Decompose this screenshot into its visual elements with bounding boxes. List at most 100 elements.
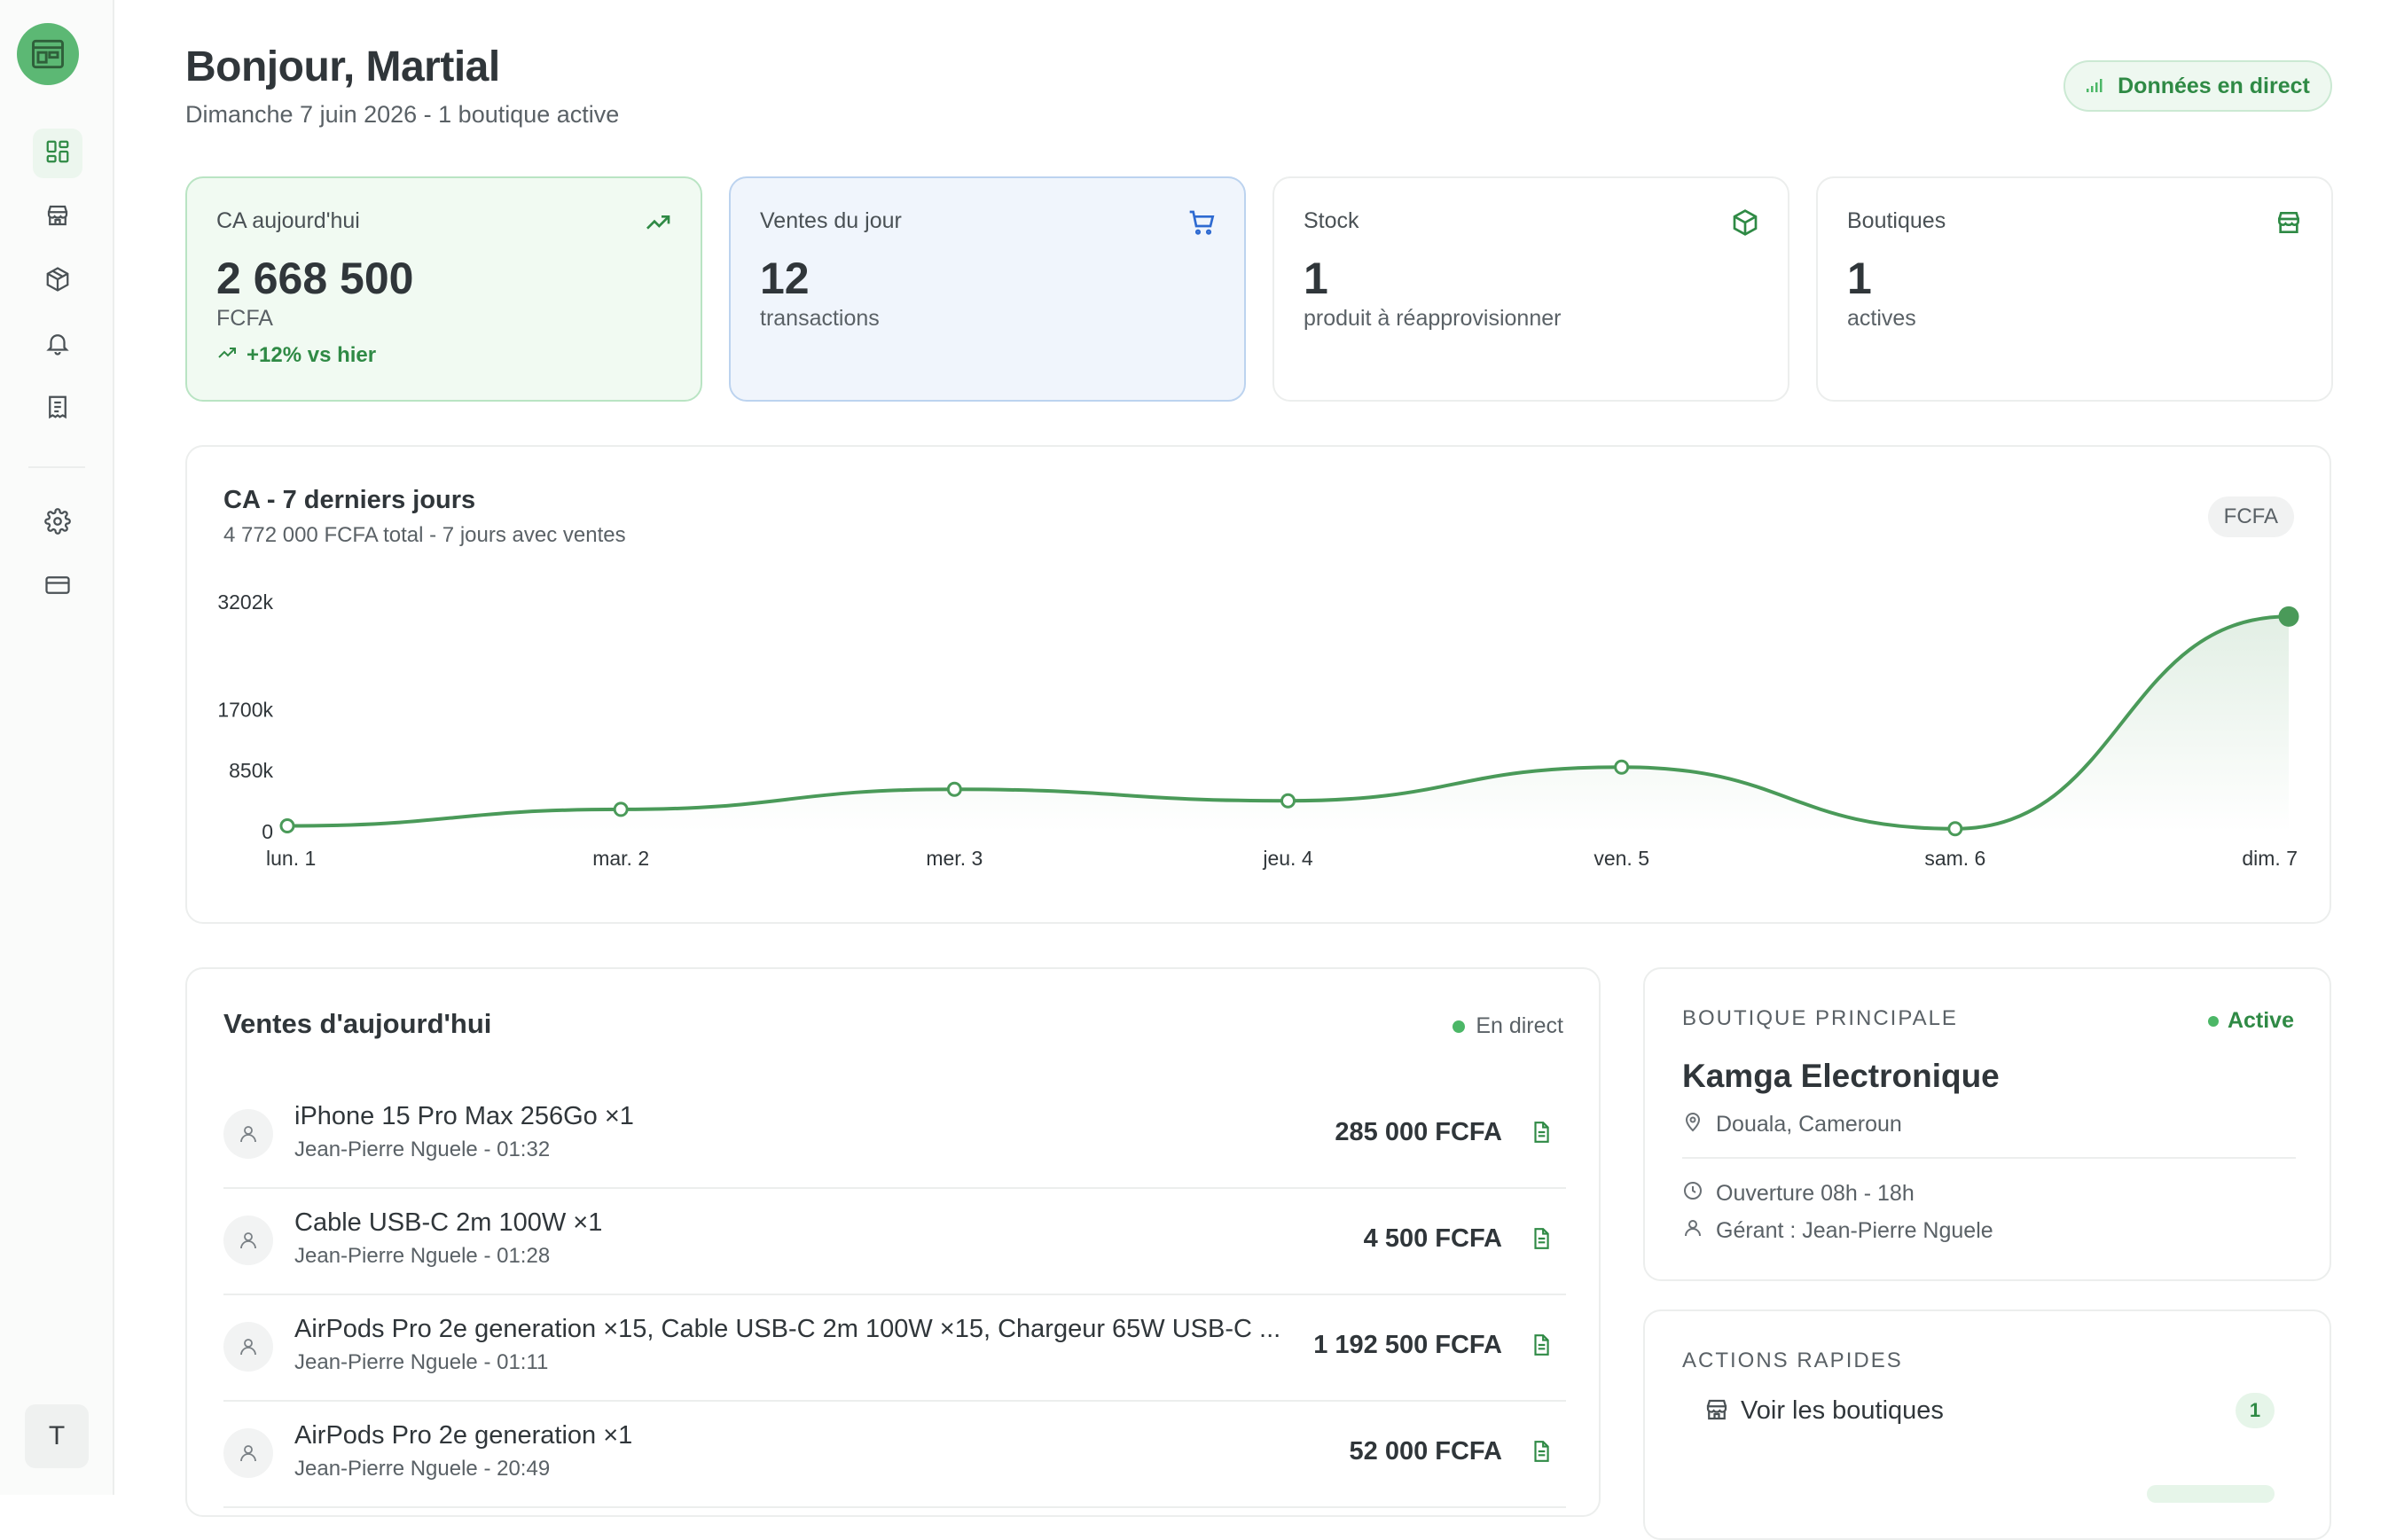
x-tick-label: dim. 7 bbox=[2242, 847, 2298, 870]
stat-value: 2 668 500 bbox=[216, 254, 414, 303]
count-badge: 1 bbox=[2236, 1393, 2275, 1428]
sidebar-item-reports[interactable] bbox=[33, 384, 82, 434]
trending-up-icon bbox=[642, 207, 674, 238]
main-content: Bonjour, Martial Dimanche 7 juin 2026 - … bbox=[114, 0, 2404, 1540]
stat-title: Stock bbox=[1304, 208, 1359, 233]
status-dot bbox=[2207, 1015, 2219, 1027]
sidebar-item-settings[interactable] bbox=[33, 498, 82, 548]
stat-value: 1 bbox=[1847, 254, 1872, 303]
stat-unit: FCFA bbox=[216, 305, 273, 331]
shop-name: Kamga Electronique bbox=[1682, 1058, 2000, 1094]
shop-manager-label: Gérant : Jean-Pierre Nguele bbox=[1716, 1218, 1993, 1243]
sidebar-item-products[interactable] bbox=[33, 256, 82, 306]
shop-status-label: Active bbox=[2227, 1008, 2294, 1033]
stat-card-stores[interactable]: Boutiques 1 actives bbox=[1816, 176, 2333, 402]
chart-point[interactable] bbox=[1614, 759, 1630, 775]
quick-actions-card: ACTIONS RAPIDES Voir les boutiques 1 bbox=[1643, 1309, 2331, 1540]
live-data-badge[interactable]: Données en direct bbox=[2063, 60, 2332, 112]
shop-manager: Gérant : Jean-Pierre Nguele bbox=[1682, 1217, 1993, 1245]
signal-icon bbox=[2086, 74, 2105, 99]
action-view-stores[interactable]: Voir les boutiques 1 bbox=[1682, 1382, 2296, 1439]
sale-amount: 4 500 FCFA bbox=[1363, 1224, 1502, 1253]
sale-meta: Jean-Pierre Nguele - 01:11 bbox=[294, 1350, 549, 1374]
x-tick-label: sam. 6 bbox=[1924, 847, 1985, 870]
sale-meta: Jean-Pierre Nguele - 20:49 bbox=[294, 1457, 551, 1481]
y-tick-label: 0 bbox=[262, 820, 273, 843]
stat-value: 12 bbox=[760, 254, 810, 303]
user-avatar[interactable]: T bbox=[25, 1404, 89, 1468]
stat-card-revenue[interactable]: CA aujourd'hui 2 668 500 FCFA +12% vs hi… bbox=[185, 176, 702, 402]
sale-row[interactable]: iPhone 15 Pro Max 256Go ×1 Jean-Pierre N… bbox=[223, 1083, 1566, 1189]
stat-title: Boutiques bbox=[1847, 208, 1946, 233]
receipt-icon bbox=[44, 394, 71, 425]
chart-point[interactable] bbox=[1947, 821, 1963, 837]
trending-up-icon bbox=[216, 342, 238, 370]
shop-status-badge: Active bbox=[2207, 1008, 2294, 1034]
sale-row[interactable]: Cable USB-C 2m 100W ×1 Jean-Pierre Nguel… bbox=[223, 1189, 1566, 1295]
user-icon bbox=[223, 1428, 273, 1478]
stat-title: CA aujourd'hui bbox=[216, 208, 360, 233]
bell-icon bbox=[44, 330, 71, 361]
page-subtitle: Dimanche 7 juin 2026 - 1 boutique active bbox=[185, 101, 620, 128]
user-icon bbox=[1682, 1217, 1703, 1245]
x-tick-label: jeu. 4 bbox=[1262, 847, 1312, 870]
sale-row[interactable]: AirPods Pro 2e generation ×15, Cable USB… bbox=[223, 1295, 1566, 1402]
sidebar-item-stores[interactable] bbox=[33, 192, 82, 242]
sale-amount: 52 000 FCFA bbox=[1349, 1437, 1502, 1466]
chart-point[interactable] bbox=[613, 801, 629, 817]
sidebar: T bbox=[0, 0, 114, 1495]
sale-meta: Jean-Pierre Nguele - 01:32 bbox=[294, 1137, 551, 1161]
sale-item: AirPods Pro 2e generation ×15, Cable USB… bbox=[294, 1315, 1281, 1343]
shop-location-label: Douala, Cameroun bbox=[1716, 1112, 1902, 1137]
sale-item: Cable USB-C 2m 100W ×1 bbox=[294, 1208, 603, 1237]
page-title: Bonjour, Martial bbox=[185, 43, 500, 90]
x-tick-label: mer. 3 bbox=[926, 847, 983, 870]
stat-unit: actives bbox=[1847, 305, 1916, 331]
revenue-line-chart[interactable]: lun. 1 mar. 2 mer. 3 jeu. 4 ven. 5 sam. 6 dim.… bbox=[187, 447, 2333, 926]
chart-point[interactable] bbox=[279, 818, 295, 834]
dashboard-icon bbox=[44, 138, 71, 169]
sale-row[interactable]: AirPods Pro 2e generation ×1 Jean-Pierre… bbox=[223, 1402, 1566, 1508]
store-icon bbox=[44, 202, 71, 233]
receipt-icon[interactable] bbox=[1527, 1118, 1555, 1146]
stat-trend: +12% vs hier bbox=[216, 342, 671, 370]
stat-trend-label: +12% vs hier bbox=[247, 343, 377, 367]
stat-value: 1 bbox=[1304, 254, 1328, 303]
chart-point[interactable] bbox=[2278, 606, 2299, 627]
cart-icon bbox=[1186, 207, 1218, 238]
x-tick-label: ven. 5 bbox=[1594, 847, 1649, 870]
y-tick-label: 850k bbox=[229, 759, 273, 782]
sidebar-item-notifications[interactable] bbox=[33, 320, 82, 370]
sidebar-item-billing[interactable] bbox=[33, 562, 82, 612]
x-tick-label: mar. 2 bbox=[592, 847, 649, 870]
live-dot bbox=[1453, 1020, 1466, 1033]
sale-item: iPhone 15 Pro Max 256Go ×1 bbox=[294, 1102, 634, 1130]
box-icon bbox=[1729, 207, 1761, 238]
action-label: Voir les boutiques bbox=[1741, 1395, 1944, 1425]
stat-card-stock[interactable]: Stock 1 produit à réapprovisionner bbox=[1272, 176, 1789, 402]
receipt-icon[interactable] bbox=[1527, 1224, 1555, 1253]
sidebar-divider bbox=[28, 466, 85, 468]
sale-amount: 285 000 FCFA bbox=[1335, 1118, 1502, 1146]
sale-item: AirPods Pro 2e generation ×1 bbox=[294, 1421, 633, 1450]
shop-location: Douala, Cameroun bbox=[1682, 1111, 1902, 1138]
live-label: En direct bbox=[1476, 1013, 1563, 1038]
map-pin-icon bbox=[1682, 1111, 1703, 1138]
main-shop-card[interactable]: BOUTIQUE PRINCIPALE Active Kamga Electro… bbox=[1643, 967, 2331, 1281]
sidebar-item-dashboard[interactable] bbox=[33, 129, 82, 178]
receipt-icon[interactable] bbox=[1527, 1331, 1555, 1359]
shop-hours: Ouverture 08h - 18h bbox=[1682, 1180, 1915, 1208]
y-tick-label: 1700k bbox=[217, 698, 273, 721]
user-icon bbox=[223, 1216, 273, 1265]
box-icon bbox=[44, 266, 71, 297]
shop-hours-label: Ouverture 08h - 18h bbox=[1716, 1181, 1915, 1206]
chart-point[interactable] bbox=[1280, 793, 1296, 809]
sales-title: Ventes d'aujourd'hui bbox=[223, 1008, 492, 1039]
chart-point[interactable] bbox=[946, 781, 962, 797]
sale-meta: Jean-Pierre Nguele - 01:28 bbox=[294, 1244, 551, 1268]
stat-card-sales[interactable]: Ventes du jour 12 transactions bbox=[729, 176, 1246, 402]
user-icon bbox=[223, 1322, 273, 1372]
x-tick-label: lun. 1 bbox=[266, 847, 316, 870]
receipt-icon[interactable] bbox=[1527, 1437, 1555, 1466]
store-logo-icon[interactable] bbox=[17, 23, 79, 85]
